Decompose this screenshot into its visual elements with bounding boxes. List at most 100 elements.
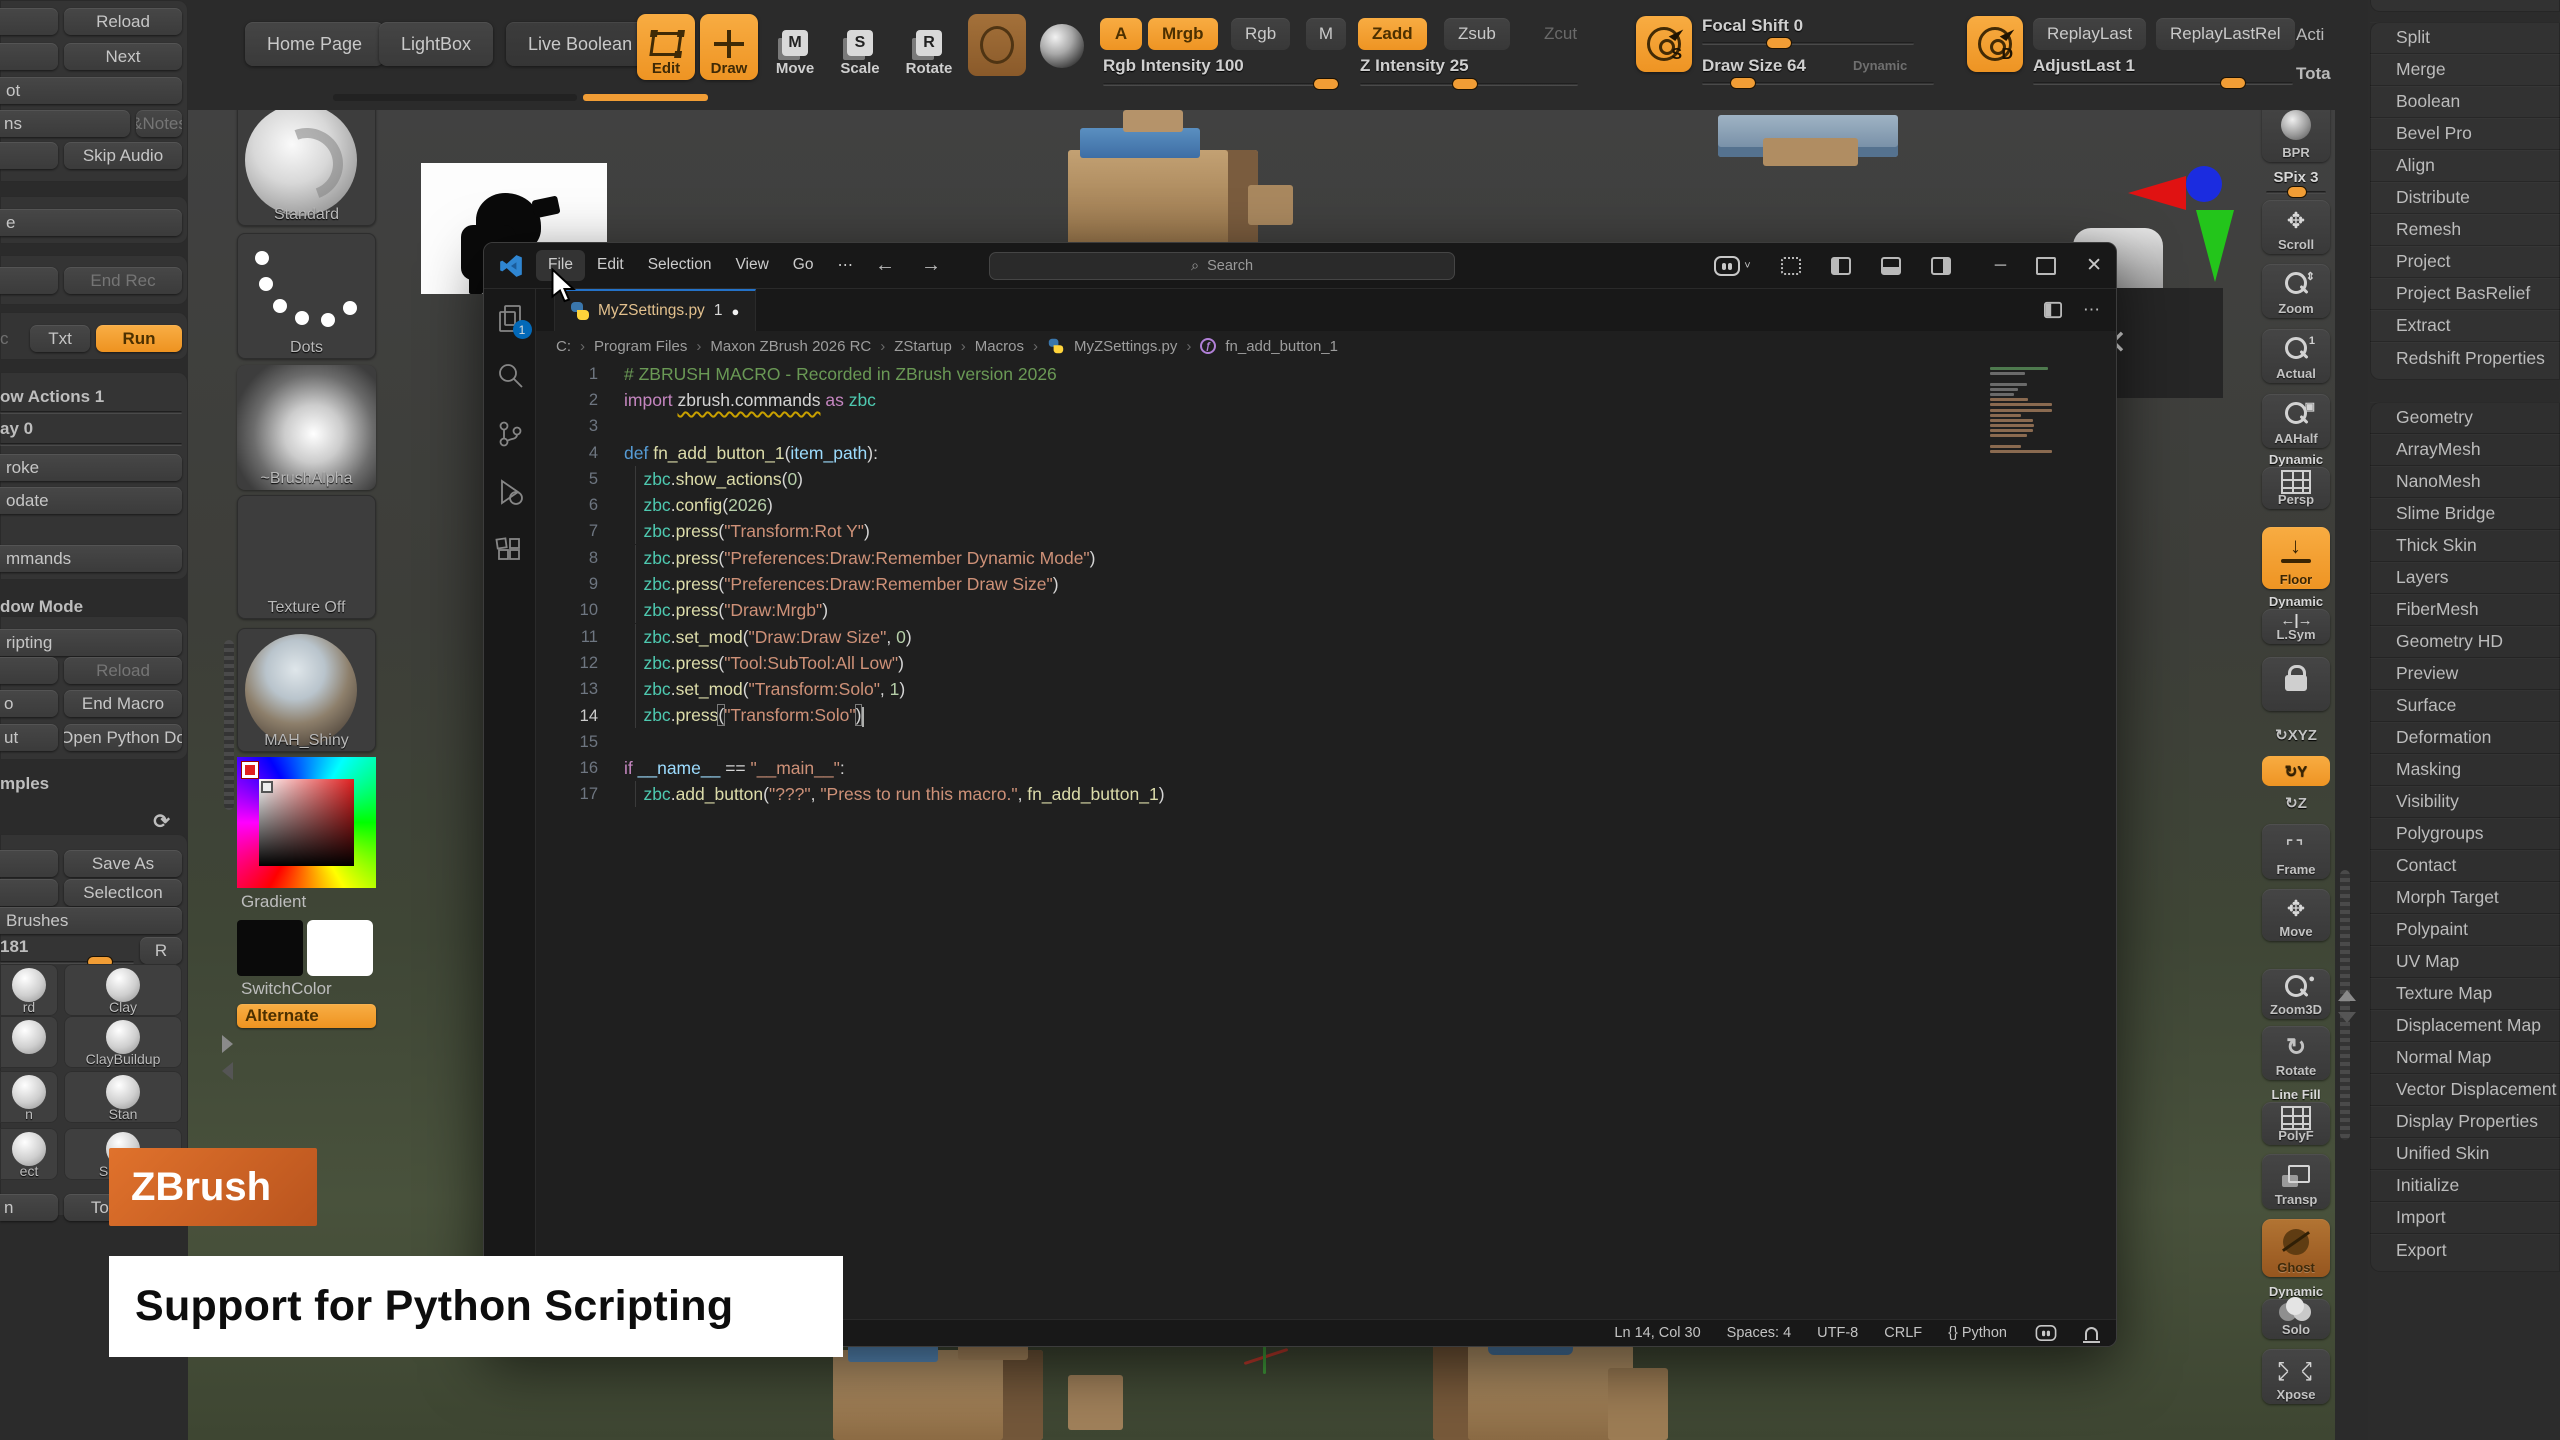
code-line[interactable]: 4def fn_add_button_1(item_path): — [536, 440, 2116, 466]
tool-menu-item-uv-map[interactable]: UV Map — [2370, 946, 2560, 978]
mrgb-toggle[interactable]: Mrgb — [1148, 18, 1218, 50]
shelf-polyf-button[interactable]: PolyF — [2262, 1102, 2330, 1145]
tool-menu-item-arraymesh[interactable]: ArrayMesh — [2370, 434, 2560, 466]
tool-menu-item-distribute[interactable]: Distribute — [2370, 182, 2560, 214]
axis-gizmo-z[interactable] — [2186, 166, 2222, 202]
macro-slider[interactable]: 181 — [0, 937, 134, 964]
zsub-toggle[interactable]: Zsub — [1444, 18, 1510, 50]
focal-shift-slider[interactable]: Focal Shift 0 — [1702, 16, 1914, 45]
toggle-sidebar-icon[interactable] — [1831, 257, 1851, 275]
brush-thumb-stan[interactable]: Stan — [64, 1071, 182, 1123]
shelf-aahalf-button[interactable]: ▣AAHalf — [2262, 394, 2330, 448]
macro-wide-button[interactable]: mmands — [0, 545, 182, 572]
replay-last-rel-button[interactable]: ReplayLastRel — [2156, 18, 2295, 50]
rgb-toggle[interactable]: Rgb — [1231, 18, 1290, 50]
left-scroll-arrow[interactable] — [222, 1062, 233, 1080]
tool-menu-item-geometry[interactable]: Geometry — [2370, 402, 2560, 434]
tool-menu-item-normal-map[interactable]: Normal Map — [2370, 1042, 2560, 1074]
macro-button[interactable] — [0, 657, 58, 684]
End Rec-button[interactable]: End Rec — [64, 267, 182, 294]
secondary-color-swatch[interactable] — [307, 920, 373, 976]
tool-menu-item-thick-skin[interactable]: Thick Skin — [2370, 530, 2560, 562]
right-scrollbar[interactable] — [2340, 870, 2350, 1140]
Open Python Do-button[interactable]: Open Python Do — [64, 724, 182, 751]
search-view-icon[interactable] — [495, 361, 525, 391]
brush-thumb-cut[interactable]: ect — [0, 1128, 58, 1180]
search-input[interactable]: ⌕ Search — [989, 252, 1455, 280]
maximize-button[interactable] — [2036, 257, 2056, 275]
tool-menu-item-polygroups[interactable]: Polygroups — [2370, 818, 2560, 850]
live-boolean-button[interactable]: Live Boolean — [506, 22, 654, 66]
tile-standard[interactable]: Standard — [237, 98, 376, 226]
lightbox-button[interactable]: LightBox — [379, 22, 493, 66]
menu-selection[interactable]: Selection — [636, 250, 724, 281]
copilot-button[interactable]: ˅ — [1714, 256, 1750, 276]
macro-slider[interactable]: ay 0 — [0, 419, 182, 446]
scale-mode-button[interactable]: S Scale — [831, 14, 889, 80]
code-line[interactable]: 10 zbc.press("Draw:Mrgb") — [536, 598, 2116, 624]
adjust-last-slider[interactable]: AdjustLast 1 — [2033, 56, 2293, 85]
tool-menu-item-import[interactable]: Import — [2370, 1202, 2560, 1234]
Save As-button[interactable]: Save As — [64, 850, 182, 877]
tile-brushalpha[interactable]: ~BrushAlpha — [237, 365, 376, 490]
tool-menu-item-layers[interactable]: Layers — [2370, 562, 2560, 594]
code-line[interactable]: 9 zbc.press("Preferences:Draw:Remember D… — [536, 571, 2116, 597]
brush-thumb-cut[interactable]: rd — [0, 964, 58, 1016]
macro-button[interactable] — [0, 850, 58, 877]
code-line[interactable]: 1# ZBRUSH MACRO - Recorded in ZBrush ver… — [536, 361, 2116, 387]
close-button[interactable]: ✕ — [2086, 254, 2102, 277]
customize-layout-icon[interactable] — [1781, 257, 1801, 275]
macro-wide-button[interactable]: ot — [0, 77, 182, 104]
tool-menu-item-export[interactable]: Export — [2370, 1234, 2560, 1266]
run-debug-icon[interactable] — [495, 477, 525, 507]
r-button[interactable]: R — [140, 937, 182, 964]
macro-button[interactable] — [0, 879, 58, 906]
shelf-persp-button[interactable]: Persp — [2262, 467, 2330, 509]
n-button[interactable]: n — [0, 1194, 58, 1221]
notifications-bell-icon[interactable] — [2085, 1327, 2098, 1340]
breadcrumb-item[interactable]: Macros — [975, 338, 1024, 355]
menu-more[interactable]: ⋯ — [825, 250, 865, 281]
shelf-ghost-button[interactable]: Ghost — [2262, 1219, 2330, 1277]
tool-menu-item-geometry-hd[interactable]: Geometry HD — [2370, 626, 2560, 658]
minimap[interactable] — [1990, 367, 2052, 455]
macro-wide-button[interactable]: roke — [0, 454, 182, 481]
right-scroll-arrow[interactable] — [2338, 1012, 2356, 1023]
shelf-y-button[interactable]: ↻Y — [2262, 756, 2330, 786]
shelf-xyz-button[interactable]: ↻XYZ — [2262, 721, 2330, 749]
tool-menu-item-slime-bridge[interactable]: Slime Bridge — [2370, 498, 2560, 530]
tool-menu-item-bevel-pro[interactable]: Bevel Pro — [2370, 118, 2560, 150]
macro-wide-button[interactable]: Brushes — [0, 907, 182, 934]
zadd-toggle[interactable]: Zadd — [1358, 18, 1427, 50]
breadcrumb-item[interactable]: ZStartup — [894, 338, 952, 355]
tool-menu-item-merge[interactable]: Merge — [2370, 54, 2560, 86]
macro-button[interactable] — [0, 8, 58, 35]
SelectIcon-button[interactable]: SelectIcon — [64, 879, 182, 906]
m-toggle[interactable]: M — [1306, 18, 1346, 50]
Skip Audio-button[interactable]: Skip Audio — [64, 142, 182, 169]
brush-thumb-cut[interactable]: n — [0, 1071, 58, 1123]
breadcrumb-item[interactable]: MyZSettings.py — [1074, 338, 1177, 355]
code-editor[interactable]: 1# ZBRUSH MACRO - Recorded in ZBrush ver… — [536, 361, 2116, 1319]
shelf-frame-button[interactable]: ⌜⌝Frame — [2262, 824, 2330, 879]
status-copilot-icon[interactable] — [2036, 1325, 2057, 1341]
tool-menu-item-unified-skin[interactable]: Unified Skin — [2370, 1138, 2560, 1170]
breadcrumb-item[interactable]: C: — [556, 338, 571, 355]
tool-menu-item-remesh[interactable]: Remesh — [2370, 214, 2560, 246]
status-item[interactable]: {} Python — [1948, 1325, 2007, 1341]
right-scroll-arrow[interactable] — [2338, 990, 2356, 1001]
explorer-icon[interactable]: 1 — [495, 303, 525, 333]
tool-menu-item-nanomesh[interactable]: NanoMesh — [2370, 466, 2560, 498]
status-item[interactable]: UTF-8 — [1817, 1325, 1858, 1341]
move-mode-button[interactable]: M Move — [766, 14, 824, 80]
macro-wide-button[interactable]: e — [0, 209, 182, 236]
&Notes-button[interactable]: &Notes — [136, 110, 182, 137]
code-line[interactable]: 13 zbc.set_mod("Transform:Solo", 1) — [536, 677, 2116, 703]
Run-button[interactable]: Run — [96, 325, 182, 352]
modified-dot-icon[interactable]: ● — [731, 304, 739, 319]
a-toggle[interactable]: A — [1100, 18, 1142, 50]
tool-menu-item-polypaint[interactable]: Polypaint — [2370, 914, 2560, 946]
shelf-xpose-button[interactable]: ↖ ↗↙ ↘Xpose — [2262, 1349, 2330, 1404]
refresh-icon[interactable]: ⟳ — [153, 809, 170, 834]
toggle-secondary-sidebar-icon[interactable] — [1931, 257, 1951, 275]
